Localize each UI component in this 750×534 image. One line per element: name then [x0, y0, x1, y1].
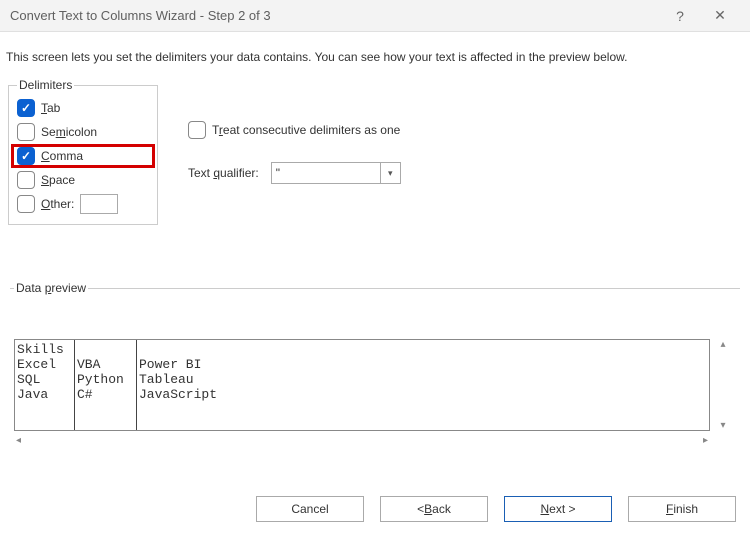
instruction-text: This screen lets you set the delimiters … [6, 50, 744, 78]
wizard-buttons: Cancel < Back Next > Finish [256, 496, 736, 522]
preview-grid: Skills Excel SQL Java VBA Python C# Powe… [14, 339, 710, 431]
delimiter-tab-row[interactable]: Tab [17, 96, 149, 120]
checkbox-tab-label: Tab [41, 101, 60, 115]
cancel-button[interactable]: Cancel [256, 496, 364, 522]
delimiter-other-row[interactable]: Other: [17, 192, 149, 216]
close-button[interactable]: ✕ [700, 7, 740, 24]
text-qualifier-label: Text qualifier: [188, 166, 259, 180]
vertical-scrollbar[interactable]: ▴ ▾ [714, 339, 732, 431]
preview-col-2: VBA Python C# [75, 340, 137, 430]
scroll-left-icon[interactable]: ◂ [16, 435, 21, 451]
checkbox-comma[interactable] [17, 147, 35, 165]
data-preview-group: Data preview Skills Excel SQL Java VBA P… [10, 281, 740, 459]
next-button[interactable]: Next > [504, 496, 612, 522]
horizontal-scrollbar[interactable]: ◂ ▸ [14, 435, 710, 451]
checkbox-treat-consecutive-label: Treat consecutive delimiters as one [212, 123, 400, 137]
scroll-up-icon[interactable]: ▴ [714, 339, 732, 350]
scroll-right-icon[interactable]: ▸ [703, 435, 708, 451]
help-button[interactable]: ? [660, 8, 700, 24]
titlebar: Convert Text to Columns Wizard - Step 2 … [0, 0, 750, 32]
scroll-down-icon[interactable]: ▾ [714, 420, 732, 431]
back-button[interactable]: < Back [380, 496, 488, 522]
delimiter-space-row[interactable]: Space [17, 168, 149, 192]
delimiter-semicolon-row[interactable]: Semicolon [17, 120, 149, 144]
checkbox-semicolon-label: Semicolon [41, 125, 97, 139]
checkbox-tab[interactable] [17, 99, 35, 117]
preview-col-3: Power BI Tableau JavaScript [137, 340, 709, 430]
preview-col-1: Skills Excel SQL Java [15, 340, 75, 430]
checkbox-space-label: Space [41, 173, 75, 187]
checkbox-other[interactable] [17, 195, 35, 213]
delimiters-group: Delimiters Tab Semicolon Comma Space [8, 78, 158, 225]
finish-button[interactable]: Finish [628, 496, 736, 522]
checkbox-treat-consecutive[interactable] [188, 121, 206, 139]
data-preview-legend: Data preview [14, 281, 88, 295]
checkbox-space[interactable] [17, 171, 35, 189]
delimiters-legend: Delimiters [17, 78, 74, 92]
checkbox-semicolon[interactable] [17, 123, 35, 141]
checkbox-other-label: Other: [41, 197, 74, 211]
text-qualifier-value: " [276, 166, 280, 180]
chevron-down-icon[interactable]: ▾ [380, 163, 400, 183]
treat-consecutive-row[interactable]: Treat consecutive delimiters as one [188, 118, 401, 142]
delimiter-comma-row[interactable]: Comma [17, 144, 83, 168]
text-qualifier-select[interactable]: " ▾ [271, 162, 401, 184]
other-delimiter-input[interactable] [80, 194, 118, 214]
checkbox-comma-label: Comma [41, 149, 83, 163]
highlight-comma: Comma [11, 144, 155, 168]
window-title: Convert Text to Columns Wizard - Step 2 … [10, 8, 660, 23]
